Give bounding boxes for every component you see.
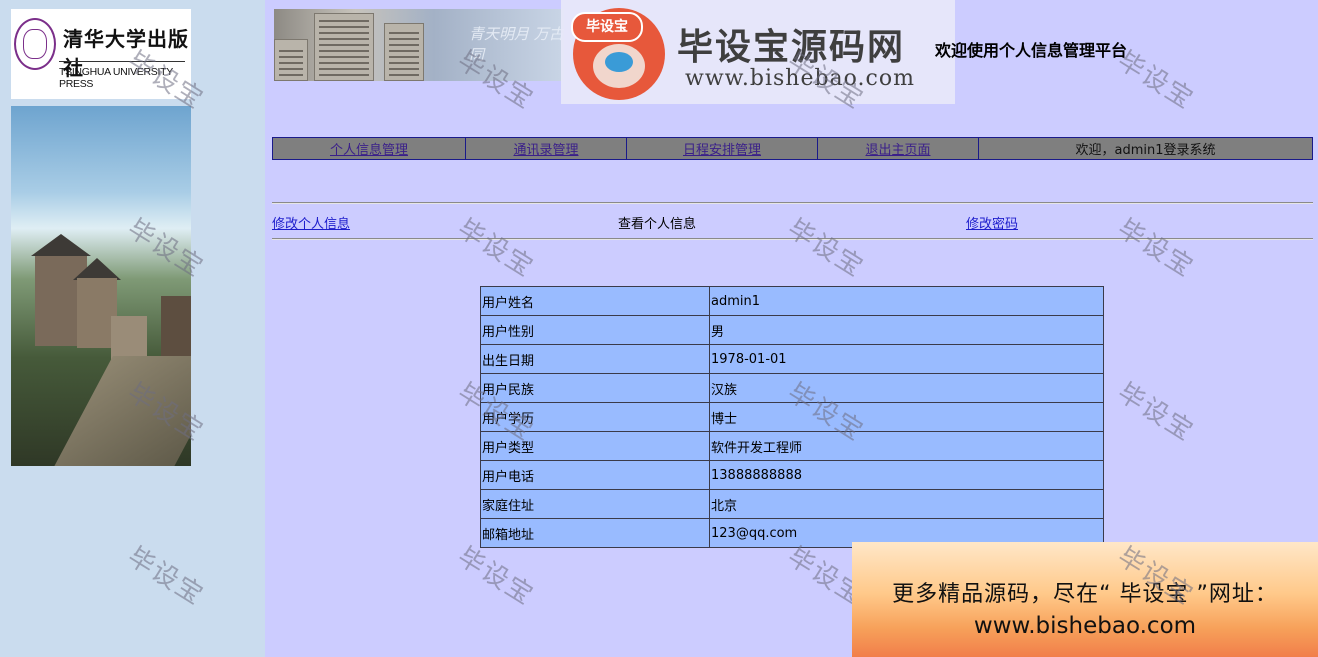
table-row: 用户类型 软件开发工程师 <box>480 431 1104 461</box>
field-label: 用户电话 <box>480 460 710 490</box>
logo-english-name: TSINGHUA UNIVERSITY PRESS <box>59 66 173 90</box>
nav-link-label[interactable]: 个人信息管理 <box>330 139 408 158</box>
publisher-logo: 清华大学出版社 TSINGHUA UNIVERSITY PRESS <box>11 9 191 99</box>
view-info-label: 查看个人信息 <box>618 217 697 232</box>
table-row: 用户学历 博士 <box>480 402 1104 432</box>
table-row: 用户姓名 admin1 <box>480 286 1104 316</box>
main-nav: 个人信息管理 通讯录管理 日程安排管理 退出主页面 欢迎，admin1登录系统 <box>272 137 1313 160</box>
personal-info-table: 用户姓名 admin1 用户性别男 出生日期 1978-01-01 用户民族 汉族 用… <box>480 286 1104 548</box>
banner-calligraphy: 青天明月 万古同 <box>469 25 564 64</box>
nav-link-label[interactable]: 通讯录管理 <box>513 139 578 158</box>
nav-item-schedule[interactable]: 日程安排管理 <box>627 138 818 159</box>
divider <box>272 238 1313 240</box>
field-label: 用户性别 <box>480 315 710 345</box>
edit-info-link[interactable]: 修改个人信息 <box>272 213 350 232</box>
field-label: 家庭住址 <box>480 489 710 519</box>
promo-url: www.bishebao.com <box>973 613 1197 639</box>
campus-banner: 青天明月 万古同 <box>274 9 564 81</box>
table-row: 用户民族 汉族 <box>480 373 1104 403</box>
watermark-title: 毕设宝源码网 <box>677 27 906 68</box>
field-value: 汉族 <box>709 373 1104 403</box>
field-label: 用户民族 <box>480 373 710 403</box>
nav-item-personal-info[interactable]: 个人信息管理 <box>273 138 466 159</box>
left-column: 清华大学出版社 TSINGHUA UNIVERSITY PRESS <box>0 0 265 657</box>
watermark-badge: 毕设宝 <box>571 12 643 42</box>
field-label: 用户学历 <box>480 402 710 432</box>
nav-link-label[interactable]: 日程安排管理 <box>683 139 761 158</box>
sub-nav: 修改个人信息 查看个人信息 修改密码 <box>272 212 1313 232</box>
nav-item-logout[interactable]: 退出主页面 <box>818 138 979 159</box>
table-row: 出生日期 1978-01-01 <box>480 344 1104 374</box>
field-value: 北京 <box>709 489 1104 519</box>
table-row: 用户性别男 <box>480 315 1104 345</box>
change-password-link[interactable]: 修改密码 <box>966 213 1018 232</box>
nav-link-label[interactable]: 退出主页面 <box>865 139 930 158</box>
field-label: 用户类型 <box>480 431 710 461</box>
field-label: 邮箱地址 <box>480 518 710 548</box>
table-row: 家庭住址 北京 <box>480 489 1104 519</box>
promo-banner: 更多精品源码，尽在“ 毕设宝 ”网址： www.bishebao.com <box>852 542 1318 657</box>
promo-text: 更多精品源码，尽在“ 毕设宝 ”网址： <box>892 582 1278 607</box>
field-value: 男 <box>709 315 1104 345</box>
watermark-url: www.bishebao.com <box>685 66 915 91</box>
field-value: 软件开发工程师 <box>709 431 1104 461</box>
field-value: 博士 <box>709 402 1104 432</box>
page-title: 欢迎使用个人信息管理平台 <box>935 41 1128 60</box>
field-value: 1978-01-01 <box>709 344 1104 374</box>
field-label: 出生日期 <box>480 344 710 374</box>
divider <box>272 202 1313 204</box>
field-value: admin1 <box>709 286 1104 316</box>
village-photo <box>11 106 191 466</box>
table-row: 用户电话 13888888888 <box>480 460 1104 490</box>
field-value: 13888888888 <box>709 460 1104 490</box>
seal-icon <box>14 18 56 70</box>
nav-item-contacts[interactable]: 通讯录管理 <box>466 138 627 159</box>
watermark-logo: 毕设宝 毕设宝源码网 www.bishebao.com <box>561 0 955 104</box>
field-label: 用户姓名 <box>480 286 710 316</box>
nav-welcome-cell: 欢迎，admin1登录系统 <box>979 138 1312 159</box>
welcome-message: 欢迎，admin1登录系统 <box>1075 143 1216 158</box>
